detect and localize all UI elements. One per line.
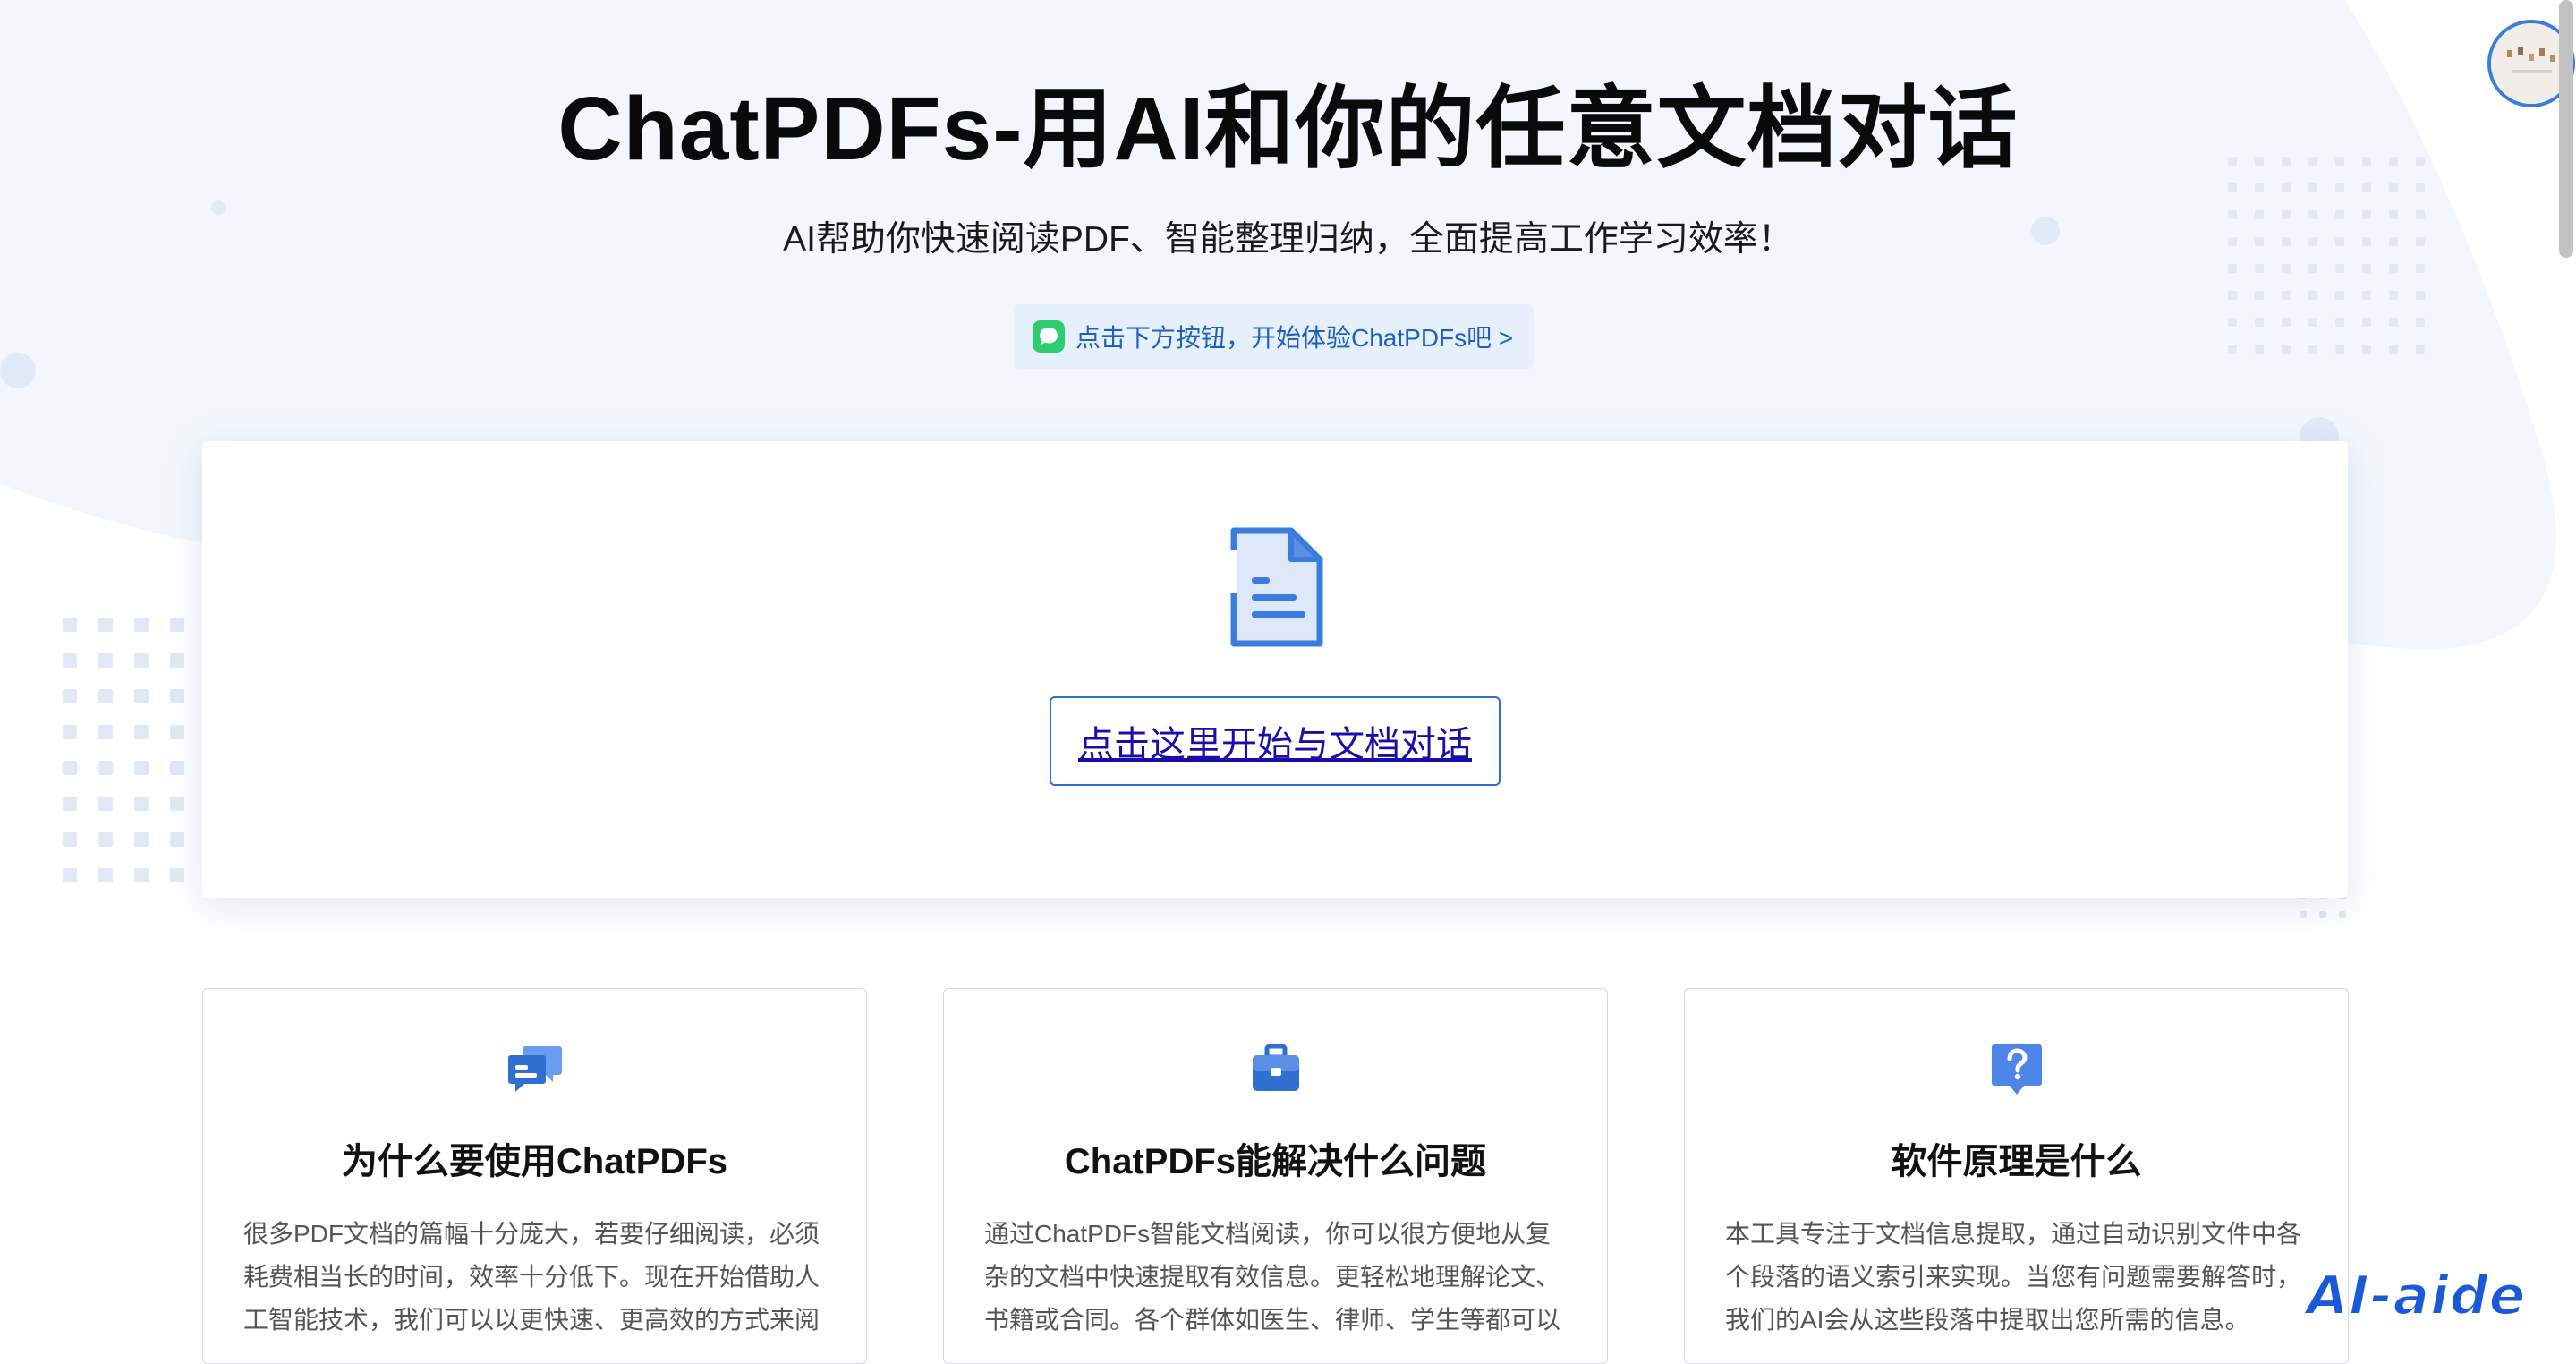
feature-description: 很多PDF文档的篇幅十分庞大，若要仔细阅读，必须 耗费相当长的时间，效率十分低下… <box>243 1213 826 1342</box>
feature-line: 通过ChatPDFs智能文档阅读，你可以很方便地从复 <box>984 1220 1552 1248</box>
briefcase-icon <box>1252 1044 1299 1091</box>
start-chat-button-label: 点击这里开始与文档对话 <box>1078 725 1472 764</box>
start-chat-button[interactable]: 点击这里开始与文档对话 <box>1050 696 1501 786</box>
feature-card-principle: 软件原理是什么 本工具专注于文档信息提取，通过自动识别文件中各 个段落的语义索引… <box>1684 988 2349 1364</box>
feature-line: 工智能技术，我们可以以更快速、更高效的方式来阅 <box>243 1306 820 1334</box>
feature-description: 本工具专注于文档信息提取，通过自动识别文件中各 个段落的语义索引来实现。当您有问… <box>1725 1213 2308 1342</box>
feature-card-solve: ChatPDFs能解决什么问题 通过ChatPDFs智能文档阅读，你可以很方便地… <box>943 988 1608 1364</box>
feature-title: ChatPDFs能解决什么问题 <box>1064 1142 1487 1181</box>
feature-title: 软件原理是什么 <box>1891 1142 2142 1181</box>
document-icon <box>1228 527 1323 647</box>
feature-line: 很多PDF文档的篇幅十分庞大，若要仔细阅读，必须 <box>243 1220 820 1248</box>
feature-line: 耗费相当长的时间，效率十分低下。现在开始借助人 <box>243 1263 820 1291</box>
feature-line: 个段落的语义索引来实现。当您有问题需要解答时， <box>1725 1263 2302 1291</box>
watermark-logo: AI-aide <box>2306 1264 2527 1328</box>
chat-icon <box>1033 320 1065 353</box>
feature-line: 书籍或合同。各个群体如医生、律师、学生等都可以 <box>984 1306 1561 1334</box>
feature-line: 我们的AI会从这些段落中提取出您所需的信息。 <box>1725 1306 2250 1334</box>
start-hint[interactable]: 点击下方按钮，开始体验ChatPDFs吧 > <box>1015 304 1534 369</box>
feature-line: 本工具专注于文档信息提取，通过自动识别文件中各 <box>1725 1220 2302 1248</box>
feature-description: 通过ChatPDFs智能文档阅读，你可以很方便地从复 杂的文档中快速提取有效信息… <box>984 1213 1567 1342</box>
upload-card: 点击这里开始与文档对话 <box>202 441 2348 898</box>
start-hint-text: 点击下方按钮，开始体验ChatPDFs吧 > <box>1075 324 1514 352</box>
feature-card-why: 为什么要使用ChatPDFs 很多PDF文档的篇幅十分庞大，若要仔细阅读，必须 … <box>202 988 867 1364</box>
page-title: ChatPDFs-用AI和你的任意文档对话 <box>557 79 2019 179</box>
chat-bubbles-icon <box>507 1046 562 1092</box>
feature-line: 杂的文档中快速提取有效信息。更轻松地理解论文、 <box>984 1263 1561 1291</box>
feature-title: 为什么要使用ChatPDFs <box>341 1142 728 1181</box>
question-icon <box>1991 1044 2042 1095</box>
page-subtitle: AI帮助你快速阅读PDF、智能整理归纳，全面提高工作学习效率！ <box>783 220 1793 259</box>
scrollbar-thumb[interactable] <box>2559 0 2573 258</box>
